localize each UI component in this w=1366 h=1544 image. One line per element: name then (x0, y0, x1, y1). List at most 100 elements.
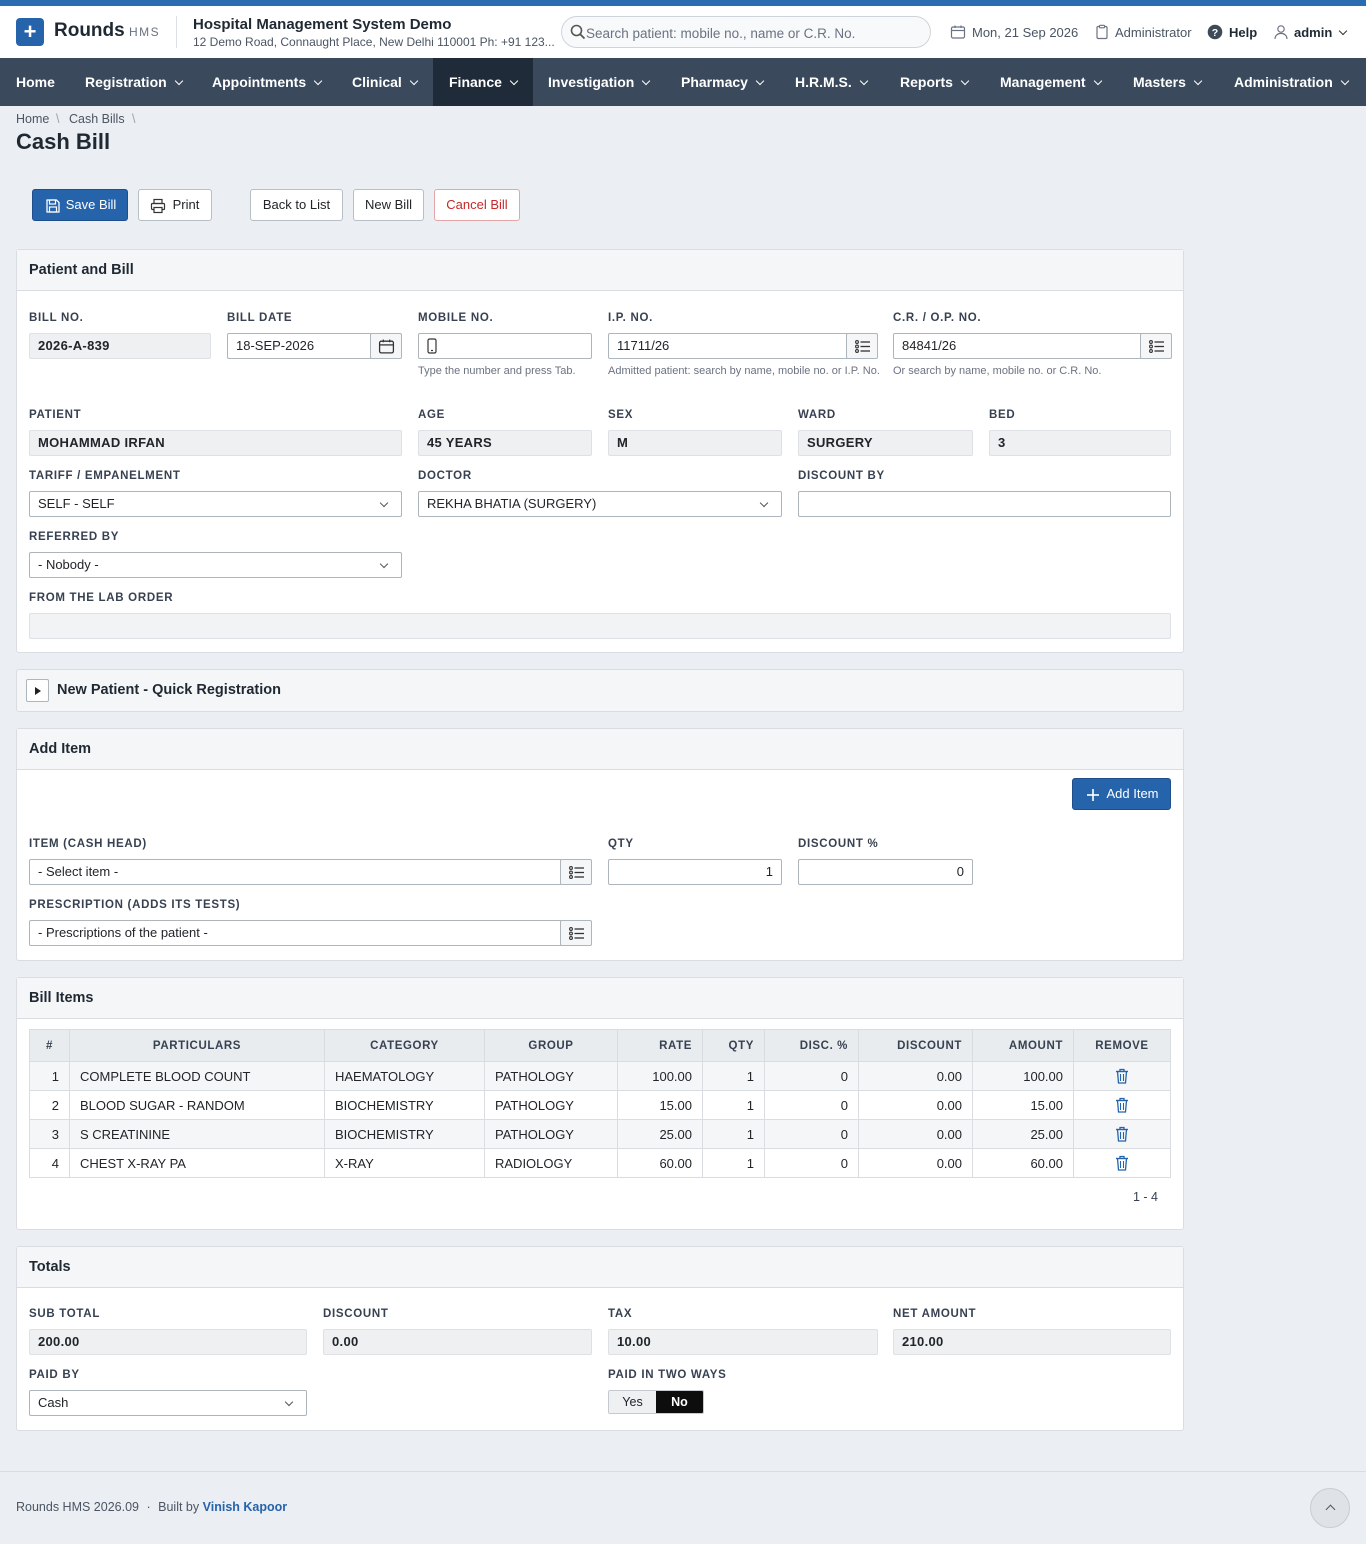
plus-icon (1087, 789, 1099, 801)
new-bill-button[interactable]: New Bill (353, 189, 424, 221)
bill-no-field: 2026-A-839 (29, 333, 211, 359)
card-title: Patient and Bill (29, 262, 134, 278)
printer-icon (150, 198, 166, 214)
mobile-phone-icon (427, 338, 437, 354)
app-name[interactable]: Rounds (54, 20, 125, 42)
nav-pharmacy[interactable]: Pharmacy (665, 58, 779, 106)
nav-hrms[interactable]: H.R.M.S. (779, 58, 884, 106)
breadcrumb-home[interactable]: Home (16, 112, 49, 126)
cr-no-field[interactable]: 84841/26 (893, 333, 1142, 359)
trash-icon[interactable] (1115, 1097, 1129, 1113)
doctor-select[interactable]: REKHA BHATIA (SURGERY) (418, 491, 782, 517)
ip-no-label: I.P. NO. (608, 312, 654, 324)
row-number: 3 (29, 1119, 70, 1149)
col-header: REMOVE (1073, 1029, 1171, 1062)
nav-home[interactable]: Home (0, 58, 70, 106)
sub-total-label: SUB TOTAL (29, 1308, 101, 1320)
date-picker-button[interactable] (370, 333, 402, 359)
particulars-cell: S CREATININE (69, 1119, 325, 1149)
item-select[interactable]: - Select item - (29, 859, 562, 885)
tariff-select[interactable]: SELF - SELF (29, 491, 402, 517)
discount-by-field[interactable] (798, 491, 1171, 517)
chevron-down-icon (960, 76, 970, 86)
item-lookup-button[interactable] (560, 859, 592, 885)
mobile-field[interactable] (418, 333, 592, 359)
particulars-cell: BLOOD SUGAR - RANDOM (69, 1090, 325, 1120)
row-number: 1 (29, 1061, 70, 1091)
bill-items-card: Bill Items # PARTICULARS CATEGORY GROUP … (16, 977, 1184, 1230)
search-input[interactable] (586, 21, 916, 45)
chevron-down-icon (409, 76, 419, 86)
discount-pct-label: DISCOUNT % (798, 838, 879, 850)
rate-cell: 60.00 (617, 1148, 703, 1178)
discount-pct-field[interactable]: 0 (798, 859, 973, 885)
cancel-bill-button[interactable]: Cancel Bill (434, 189, 520, 221)
header-role[interactable]: Administrator (1115, 25, 1192, 40)
scroll-to-top-button[interactable] (1310, 1488, 1350, 1528)
prescription-label: PRESCRIPTION (ADDS ITS TESTS) (29, 899, 241, 911)
table-row: 1 COMPLETE BLOOD COUNT HAEMATOLOGY PATHO… (29, 1061, 1171, 1091)
app-logo-icon[interactable]: + (16, 18, 44, 46)
category-cell: BIOCHEMISTRY (324, 1119, 485, 1149)
help-icon: ? (1207, 24, 1223, 40)
add-item-button[interactable]: Add Item (1072, 778, 1171, 810)
nav-registration[interactable]: Registration (69, 58, 196, 106)
breadcrumb-cash-bills[interactable]: Cash Bills (69, 112, 125, 126)
header-date: Mon, 21 Sep 2026 (972, 25, 1079, 40)
save-bill-button[interactable]: Save Bill (32, 189, 128, 221)
trash-icon[interactable] (1115, 1155, 1129, 1171)
mobile-help-text: Type the number and press Tab. (418, 365, 576, 377)
nav-administration[interactable]: Administration (1218, 58, 1366, 106)
group-cell: PATHOLOGY (484, 1090, 618, 1120)
prescription-lookup-button[interactable] (560, 920, 592, 946)
quick-registration-card[interactable]: New Patient - Quick Registration (16, 669, 1184, 712)
list-icon (855, 340, 870, 353)
nav-investigation[interactable]: Investigation (532, 58, 665, 106)
footer-author-link[interactable]: Vinish Kapoor (203, 1500, 288, 1514)
user-menu[interactable]: admin (1294, 25, 1348, 40)
ip-no-field[interactable]: 11711/26 (608, 333, 848, 359)
patient-search[interactable] (561, 16, 931, 48)
lab-order-field[interactable] (29, 613, 1171, 639)
nav-appointments[interactable]: Appointments (196, 58, 336, 106)
qty-cell: 1 (702, 1090, 765, 1120)
col-header: GROUP (484, 1029, 618, 1062)
ip-lookup-button[interactable] (846, 333, 878, 359)
expand-button[interactable] (26, 679, 49, 702)
prescription-select[interactable]: - Prescriptions of the patient - (29, 920, 562, 946)
footer-text: Rounds HMS 2026.09 · Built by Vinish Kap… (16, 1500, 287, 1514)
discount-cell: 0.00 (858, 1061, 973, 1091)
back-to-list-button[interactable]: Back to List (250, 189, 343, 221)
nav-clinical[interactable]: Clinical (336, 58, 433, 106)
nav-masters[interactable]: Masters (1117, 58, 1218, 106)
help-link[interactable]: Help (1229, 25, 1257, 40)
group-cell: PATHOLOGY (484, 1119, 618, 1149)
chevron-down-icon (1339, 26, 1348, 36)
bill-date-label: BILL DATE (227, 312, 293, 324)
print-button[interactable]: Print (138, 189, 212, 221)
bill-date-field[interactable]: 18-SEP-2026 (227, 333, 372, 359)
total-discount-field: 0.00 (323, 1329, 592, 1355)
nav-finance[interactable]: Finance (433, 58, 533, 106)
card-header: Bill Items (17, 978, 1183, 1019)
save-icon (46, 199, 60, 213)
qty-field[interactable]: 1 (608, 859, 782, 885)
referred-by-select[interactable]: - Nobody - (29, 552, 402, 578)
toggle-yes[interactable]: Yes (609, 1391, 656, 1413)
card-title: Bill Items (29, 990, 94, 1006)
ip-help-text: Admitted patient: search by name, mobile… (608, 365, 880, 377)
trash-icon[interactable] (1115, 1068, 1129, 1084)
trash-icon[interactable] (1115, 1126, 1129, 1142)
list-icon (569, 866, 584, 879)
cr-lookup-button[interactable] (1140, 333, 1172, 359)
remove-cell (1073, 1090, 1171, 1120)
chevron-down-icon (174, 76, 183, 86)
qty-cell: 1 (702, 1061, 765, 1091)
nav-reports[interactable]: Reports (884, 58, 984, 106)
paid-by-select[interactable]: Cash (29, 1390, 307, 1416)
toggle-no[interactable]: No (656, 1391, 703, 1413)
breadcrumb-separator: \ (132, 112, 136, 126)
nav-management[interactable]: Management (984, 58, 1117, 106)
group-cell: RADIOLOGY (484, 1148, 618, 1178)
discount-by-label: DISCOUNT BY (798, 470, 885, 482)
